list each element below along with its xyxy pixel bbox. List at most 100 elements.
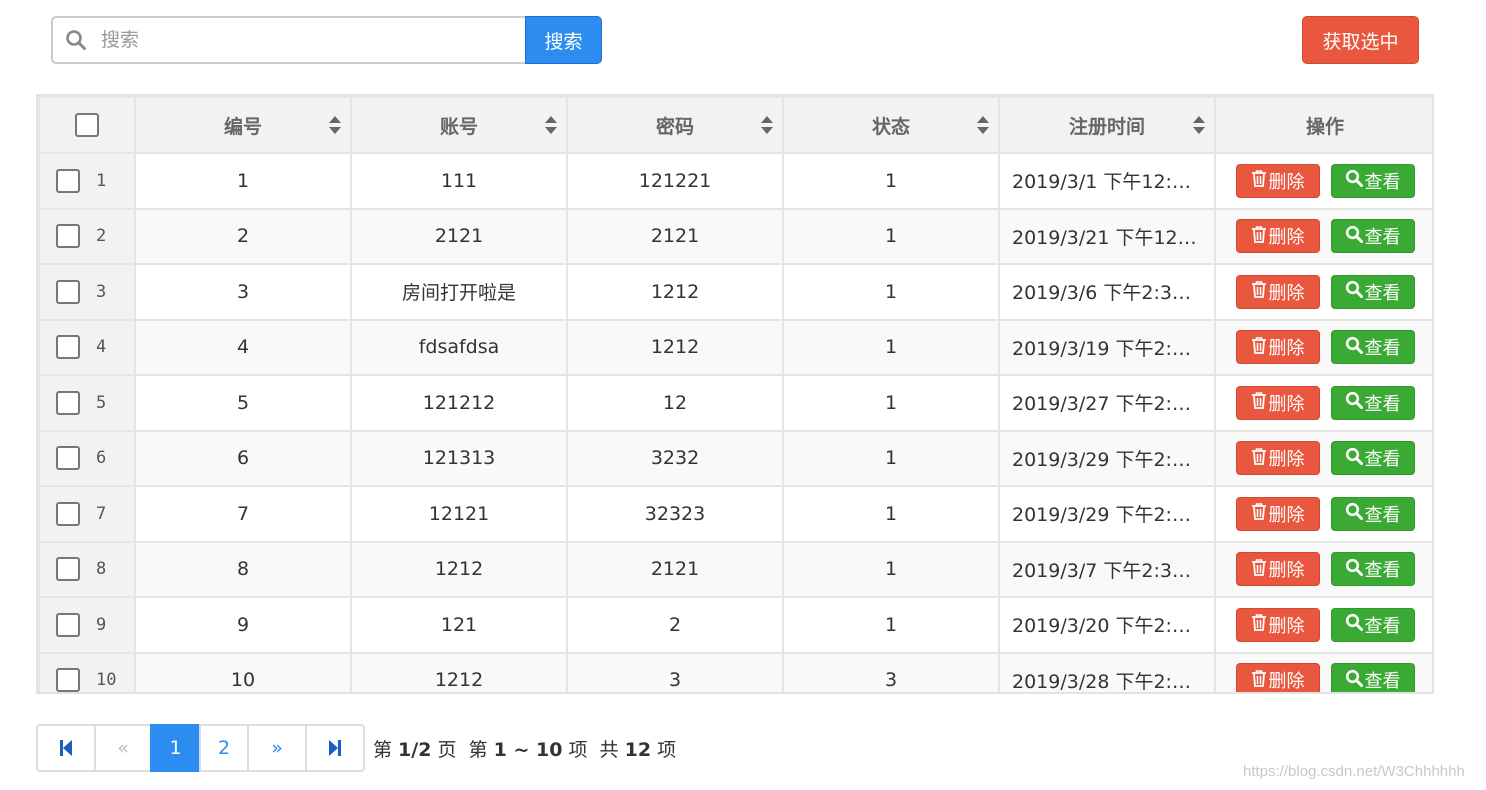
row-number: 2 — [96, 226, 107, 247]
view-button[interactable]: 查看 — [1330, 663, 1415, 692]
row-checkbox[interactable] — [56, 557, 80, 582]
row-number: 10 — [96, 670, 117, 691]
header-id[interactable]: 编号 — [134, 96, 352, 154]
next-page-button[interactable]: » — [247, 724, 307, 772]
view-button[interactable]: 查看 — [1330, 607, 1415, 642]
trash-icon — [1251, 502, 1267, 525]
delete-label: 删除 — [1268, 171, 1305, 193]
header-account[interactable]: 账号 — [350, 96, 568, 154]
row-select-cell: 9 — [38, 596, 136, 654]
sort-icon[interactable] — [976, 115, 990, 135]
select-all-checkbox[interactable] — [75, 113, 99, 137]
row-checkbox[interactable] — [56, 446, 80, 471]
delete-button[interactable]: 删除 — [1235, 274, 1320, 309]
cell-actions: 删除 查看 — [1214, 429, 1432, 487]
view-button[interactable]: 查看 — [1330, 385, 1415, 420]
view-button[interactable]: 查看 — [1330, 441, 1415, 476]
cell-actions: 删除 查看 — [1214, 596, 1432, 654]
register-time-text: 2019/3/20 下午2:34... — [1012, 615, 1214, 638]
cell-account: fdsafdsa — [350, 318, 568, 376]
row-number: 6 — [96, 448, 107, 469]
trash-icon — [1251, 558, 1267, 581]
search-field[interactable] — [51, 16, 525, 64]
delete-button[interactable]: 删除 — [1235, 496, 1320, 531]
delete-button[interactable]: 删除 — [1235, 385, 1320, 420]
delete-label: 删除 — [1268, 560, 1305, 582]
row-checkbox[interactable] — [56, 335, 80, 360]
cell-actions: 删除 查看 — [1214, 318, 1432, 376]
cell-account: 12121 — [350, 485, 568, 543]
delete-button[interactable]: 删除 — [1235, 552, 1320, 587]
table-row: 9 9 121 2 1 2019/3/20 下午2:34... 删除 查看 — [38, 596, 1432, 654]
delete-button[interactable]: 删除 — [1235, 219, 1320, 254]
row-select-cell: 5 — [38, 374, 136, 432]
cell-account: 2121 — [350, 207, 568, 265]
cell-account: 111 — [350, 152, 568, 210]
last-page-button[interactable] — [305, 724, 365, 772]
search-button[interactable]: 搜索 — [525, 16, 602, 64]
register-time-text: 2019/3/27 下午2:33... — [1012, 393, 1214, 416]
search-icon — [1345, 669, 1363, 692]
view-button[interactable]: 查看 — [1330, 330, 1415, 365]
row-select-cell: 1 — [38, 152, 136, 210]
register-time-text: 2019/3/29 下午2:33... — [1012, 448, 1214, 471]
delete-label: 删除 — [1268, 338, 1305, 360]
cell-id: 7 — [134, 485, 352, 543]
delete-button[interactable]: 删除 — [1235, 663, 1320, 692]
header-status[interactable]: 状态 — [782, 96, 1000, 154]
search-icon — [1345, 225, 1363, 248]
get-selected-button[interactable]: 获取选中 — [1302, 16, 1419, 64]
sort-icon[interactable] — [760, 115, 774, 135]
view-button[interactable]: 查看 — [1330, 552, 1415, 587]
row-select-cell: 7 — [38, 485, 136, 543]
page-2-button[interactable]: 2 — [199, 724, 249, 772]
table-row: 1 1 111 121221 1 2019/3/1 下午12:25... 删除 查看 — [38, 152, 1432, 210]
delete-label: 删除 — [1268, 615, 1305, 637]
delete-button[interactable]: 删除 — [1235, 163, 1320, 198]
view-label: 查看 — [1364, 338, 1401, 360]
row-checkbox[interactable] — [56, 612, 80, 637]
view-label: 查看 — [1364, 615, 1401, 637]
cell-status: 1 — [782, 596, 1000, 654]
row-checkbox[interactable] — [56, 390, 80, 415]
header-password[interactable]: 密码 — [566, 96, 784, 154]
search-input[interactable] — [99, 28, 503, 52]
trash-icon — [1251, 613, 1267, 636]
cell-password: 32323 — [566, 485, 784, 543]
delete-button[interactable]: 删除 — [1235, 607, 1320, 642]
cell-id: 6 — [134, 429, 352, 487]
cell-status: 1 — [782, 429, 1000, 487]
view-button[interactable]: 查看 — [1330, 219, 1415, 254]
row-checkbox[interactable] — [56, 668, 80, 692]
last-page-icon — [329, 740, 341, 756]
view-button[interactable]: 查看 — [1330, 163, 1415, 198]
trash-icon — [1251, 225, 1267, 248]
row-checkbox[interactable] — [56, 279, 80, 304]
sort-icon[interactable] — [544, 115, 558, 135]
first-page-button[interactable] — [36, 724, 96, 772]
row-checkbox[interactable] — [56, 224, 80, 249]
sort-icon[interactable] — [328, 115, 342, 135]
cell-id: 8 — [134, 540, 352, 598]
table-row: 4 4 fdsafdsa 1212 1 2019/3/19 下午2:33... 删除 查看 — [38, 318, 1432, 376]
delete-button[interactable]: 删除 — [1235, 330, 1320, 365]
trash-icon — [1251, 447, 1267, 470]
table-row: 6 6 121313 3232 1 2019/3/29 下午2:33... 删除 查看 — [38, 429, 1432, 487]
row-checkbox[interactable] — [56, 168, 80, 193]
data-table: 编号 账号 密码 状态 注册时间 操作 1 1 111 121221 1 2019/3/1… — [36, 94, 1434, 694]
view-button[interactable]: 查看 — [1330, 496, 1415, 531]
header-register-time[interactable]: 注册时间 — [998, 96, 1216, 154]
search-icon — [1345, 391, 1363, 414]
prev-page-button[interactable]: « — [94, 724, 152, 772]
table-row: 5 5 121212 12 1 2019/3/27 下午2:33... 删除 查看 — [38, 374, 1432, 432]
cell-id: 9 — [134, 596, 352, 654]
page-1-button[interactable]: 1 — [150, 724, 201, 772]
delete-button[interactable]: 删除 — [1235, 441, 1320, 476]
cell-account: 121313 — [350, 429, 568, 487]
view-button[interactable]: 查看 — [1330, 274, 1415, 309]
view-label: 查看 — [1364, 282, 1401, 304]
cell-password: 3 — [566, 651, 784, 692]
sort-icon[interactable] — [1192, 115, 1206, 135]
cell-password: 1212 — [566, 318, 784, 376]
row-checkbox[interactable] — [56, 501, 80, 526]
